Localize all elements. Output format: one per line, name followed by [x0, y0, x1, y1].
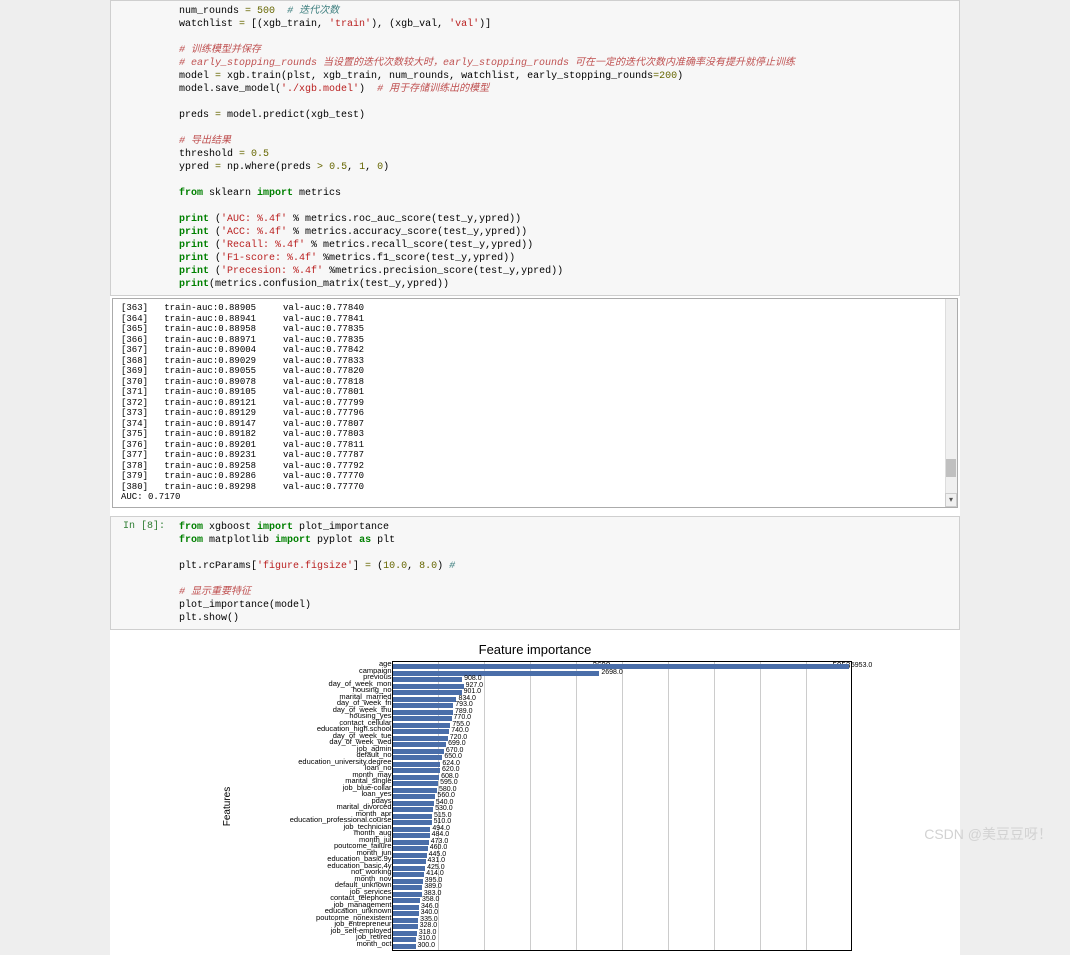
watermark: CSDN @美豆豆呀！: [924, 824, 1052, 844]
chart-bar: [393, 937, 417, 942]
chart-bar: [393, 814, 432, 819]
chart-bar: [393, 807, 434, 812]
chart-bar: [393, 716, 452, 721]
code-cell-2[interactable]: In [8]: from xgboost import plot_importa…: [110, 516, 960, 630]
bar-value-label: 300.0: [418, 942, 436, 949]
chart-bar: [393, 840, 429, 845]
code-content-1: num_rounds = 500 # 迭代次数 watchlist = [(xg…: [171, 1, 959, 295]
chart-bar: [393, 911, 419, 916]
chart-bar: [393, 742, 447, 747]
code-content-2: from xgboost import plot_importance from…: [171, 517, 959, 629]
chart-bar: [393, 723, 451, 728]
chart-bar: [393, 710, 453, 715]
page-container: num_rounds = 500 # 迭代次数 watchlist = [(xg…: [0, 0, 1070, 955]
chart-bar: [393, 788, 437, 793]
chart-bar: [393, 885, 423, 890]
chart-bar: [393, 781, 439, 786]
chart-bar: [393, 775, 440, 780]
chart-y-categories: agecampaignpreviousday_of_week_monhousin…: [237, 661, 392, 951]
chart-bar: [393, 794, 436, 799]
chart-bar: [393, 671, 600, 676]
chart-title: Feature importance: [479, 642, 592, 657]
chart-bar: [393, 827, 431, 832]
chart-bar: [393, 820, 432, 825]
chart-bar: [393, 918, 419, 923]
chart-bar: [393, 801, 434, 806]
chart-bar: [393, 729, 450, 734]
chart-bar: [393, 872, 425, 877]
code-cell-1[interactable]: num_rounds = 500 # 迭代次数 watchlist = [(xg…: [110, 0, 960, 296]
chart-bar: [393, 703, 454, 708]
training-output: [363] train-auc:0.88905 val-auc:0.77840 …: [113, 299, 957, 507]
chart-bar: [393, 905, 420, 910]
bar-value-label: 5953.0: [851, 662, 872, 669]
chart-bar: [393, 944, 416, 949]
chart-output: Feature importance Features agecampaignp…: [110, 636, 960, 955]
chart-bar: [393, 879, 423, 884]
category-label: month_oct: [237, 941, 392, 948]
chart-bar: [393, 924, 418, 929]
chart-bar: [393, 749, 444, 754]
scroll-down-icon[interactable]: ▾: [945, 493, 957, 507]
cell-prompt-2: In [8]:: [111, 517, 171, 629]
scrollbar-thumb[interactable]: [946, 459, 956, 477]
chart-ylabel: Features: [222, 786, 233, 825]
content-wrap: num_rounds = 500 # 迭代次数 watchlist = [(xg…: [110, 0, 960, 955]
chart-bar: [393, 866, 426, 871]
scrollbar-track[interactable]: [945, 299, 957, 493]
bar-value-label: 2698.0: [601, 669, 622, 676]
chart-bar: [393, 892, 422, 897]
chart-bar: [393, 833, 430, 838]
output-box[interactable]: [363] train-auc:0.88905 val-auc:0.77840 …: [112, 298, 958, 508]
chart-bar: [393, 859, 426, 864]
chart-bar: [393, 677, 463, 682]
chart-bar: [393, 684, 464, 689]
chart-bar: [393, 697, 457, 702]
chart-bar: [393, 768, 441, 773]
chart-bar: [393, 846, 428, 851]
chart-bar: [393, 762, 441, 767]
chart-plot-area: 2698 5953 5953.02698.0908.0927.0901.0834…: [392, 661, 852, 951]
chart-bar: [393, 755, 443, 760]
chart-bar: [393, 736, 448, 741]
chart-bar: [393, 931, 417, 936]
chart-bar: [393, 898, 420, 903]
chart-bar: [393, 853, 427, 858]
chart-bar: [393, 690, 462, 695]
